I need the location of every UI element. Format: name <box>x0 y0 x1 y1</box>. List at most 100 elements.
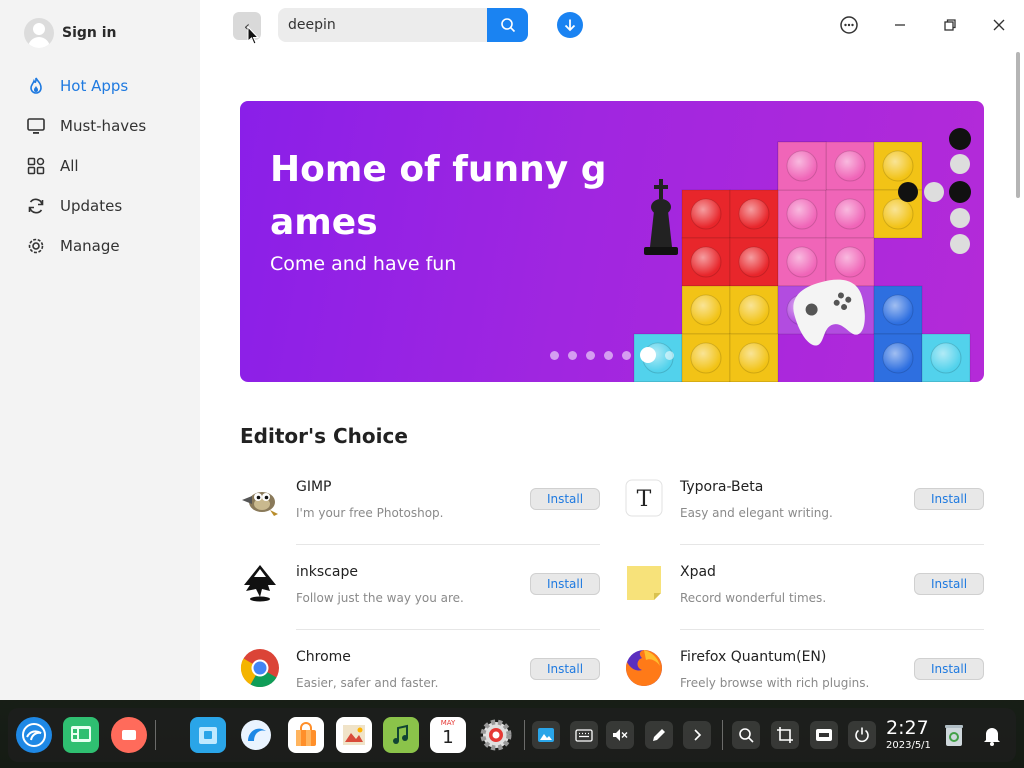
power-icon <box>855 727 869 743</box>
app-name: GIMP <box>296 479 332 495</box>
app-name: Chrome <box>296 649 351 665</box>
install-button[interactable]: Install <box>914 488 984 510</box>
pagination-dot[interactable] <box>604 350 613 360</box>
multitasking-button[interactable] <box>63 717 99 753</box>
sidebar-item-hot-apps[interactable]: Hot Apps <box>18 66 188 106</box>
settings-button[interactable] <box>478 717 514 753</box>
music-button[interactable] <box>383 717 419 753</box>
trash-button[interactable] <box>936 717 972 753</box>
install-button[interactable]: Install <box>914 573 984 595</box>
minimize-button[interactable] <box>888 13 912 37</box>
menu-button[interactable] <box>837 13 861 37</box>
app-name: Typora-Beta <box>680 479 764 495</box>
browser-icon <box>241 720 271 750</box>
keyboard-button[interactable] <box>570 721 598 749</box>
more-icon <box>840 16 858 34</box>
dock-divider <box>722 720 723 750</box>
install-button[interactable]: Install <box>530 488 600 510</box>
picture-icon <box>343 725 365 745</box>
svg-text:T: T <box>637 487 652 512</box>
sign-in-label: Sign in <box>62 25 117 41</box>
notifications-button[interactable] <box>974 717 1010 753</box>
list-item[interactable]: Firefox Quantum(EN) Freely browse with r… <box>624 630 984 700</box>
search-button[interactable] <box>487 8 528 42</box>
chess-king-icon <box>644 179 678 255</box>
app-name: Firefox Quantum(EN) <box>680 649 827 665</box>
pagination-dot[interactable] <box>568 350 577 360</box>
featured-banner[interactable]: Home of funny games Come and have fun <box>240 101 984 382</box>
expand-tray-button[interactable] <box>683 721 711 749</box>
app-store-button[interactable] <box>288 717 324 753</box>
pagination-dot[interactable] <box>622 350 631 360</box>
sidebar-nav: Hot Apps Must-haves All Updates Manage <box>18 66 188 266</box>
main-content: ‹ Home of funny games Come and ha <box>200 0 1024 700</box>
app-store-window: Sign in Hot Apps Must-haves All Updates … <box>0 0 1024 700</box>
avatar-icon <box>24 18 54 48</box>
launcher-button[interactable] <box>16 717 52 753</box>
sidebar-item-manage[interactable]: Manage <box>18 226 188 266</box>
folder-icon <box>199 727 217 744</box>
draw-tool-button[interactable] <box>645 721 673 749</box>
search-tray-button[interactable] <box>732 721 760 749</box>
close-icon <box>993 19 1005 31</box>
app-description: Follow just the way you are. <box>296 591 464 605</box>
close-button[interactable] <box>987 13 1011 37</box>
calendar-month: MAY <box>440 719 456 727</box>
taskbar: MAY 1 2:27 2023/5/1 <box>8 708 1016 762</box>
screenshot-tool-button[interactable] <box>532 721 560 749</box>
list-item[interactable]: GIMP I'm your free Photoshop. Install <box>240 460 600 545</box>
deepin-logo-icon <box>22 723 46 747</box>
app-description: Freely browse with rich plugins. <box>680 676 870 690</box>
inkscape-icon <box>240 563 280 603</box>
list-item[interactable]: Xpad Record wonderful times. Install <box>624 545 984 630</box>
banner-title: Home of funny games <box>270 149 607 243</box>
download-button[interactable] <box>557 12 583 38</box>
section-title: Editor's Choice <box>240 424 408 448</box>
pagination-dot[interactable] <box>586 350 595 360</box>
screen-recorder-button[interactable] <box>111 717 147 753</box>
scrollbar[interactable] <box>1016 52 1020 198</box>
input-method-button[interactable] <box>810 721 838 749</box>
power-button[interactable] <box>848 721 876 749</box>
volume-button[interactable] <box>606 721 634 749</box>
pen-icon <box>653 729 665 741</box>
screenshot-button[interactable] <box>771 721 799 749</box>
browser-button[interactable] <box>238 717 274 753</box>
image-viewer-button[interactable] <box>336 717 372 753</box>
install-button[interactable]: Install <box>914 658 984 680</box>
pagination-dot[interactable] <box>640 347 656 363</box>
calendar-button[interactable]: MAY 1 <box>430 717 466 753</box>
sidebar-item-label: All <box>60 157 79 175</box>
app-name: Xpad <box>680 564 716 580</box>
settings-gear-icon <box>480 719 512 751</box>
app-description: Easier, safer and faster. <box>296 676 439 690</box>
install-button[interactable]: Install <box>530 658 600 680</box>
sign-in-button[interactable]: Sign in <box>24 18 117 48</box>
list-item[interactable]: Chrome Easier, safer and faster. Install <box>240 630 600 700</box>
minimize-icon <box>895 24 905 26</box>
file-manager-button[interactable] <box>190 717 226 753</box>
list-item[interactable]: T Typora-Beta Easy and elegant writing. … <box>624 460 984 545</box>
xpad-icon <box>624 563 664 603</box>
maximize-button[interactable] <box>938 13 962 37</box>
pagination-dot[interactable] <box>550 350 559 360</box>
clock-time[interactable]: 2:27 <box>886 717 929 739</box>
install-button[interactable]: Install <box>530 573 600 595</box>
restore-icon <box>944 19 956 31</box>
magnifier-icon <box>739 728 754 743</box>
bell-icon <box>984 728 1000 746</box>
mute-icon <box>613 729 628 741</box>
sidebar-item-must-haves[interactable]: Must-haves <box>18 106 188 146</box>
pagination-dot[interactable] <box>665 350 674 360</box>
chevron-right-icon <box>694 729 702 741</box>
calendar-day: 1 <box>442 727 454 748</box>
sidebar-item-updates[interactable]: Updates <box>18 186 188 226</box>
gimp-icon <box>240 478 280 518</box>
games-illustration <box>633 128 971 382</box>
clock-date[interactable]: 2023/5/1 <box>886 740 931 751</box>
search-input[interactable] <box>278 8 478 42</box>
app-description: I'm your free Photoshop. <box>296 506 444 520</box>
record-icon <box>122 730 136 740</box>
sidebar-item-all[interactable]: All <box>18 146 188 186</box>
list-item[interactable]: inkscape Follow just the way you are. In… <box>240 545 600 630</box>
